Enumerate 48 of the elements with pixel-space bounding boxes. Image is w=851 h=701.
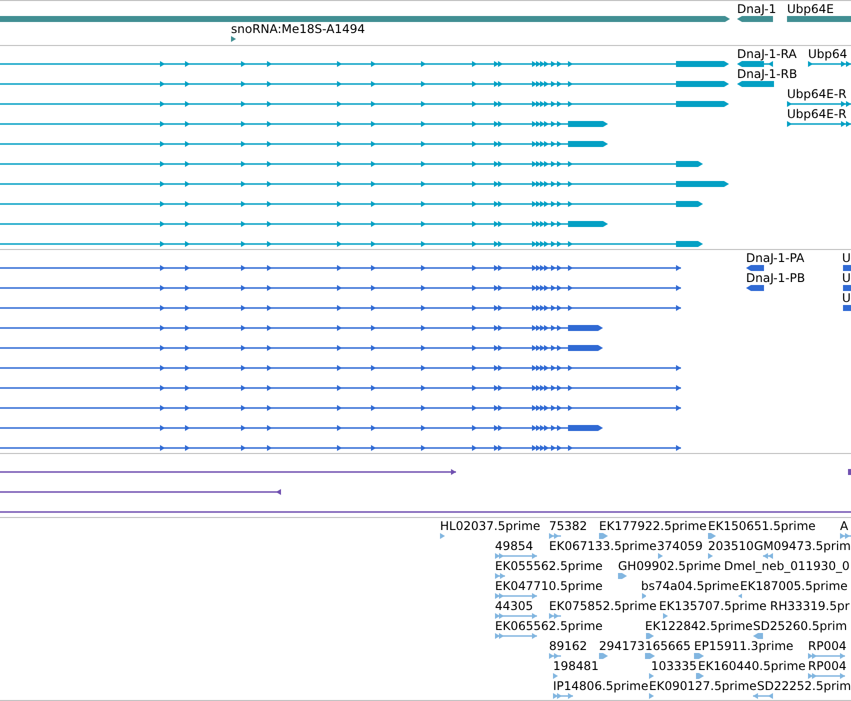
feature-label: DnaJ-1-PB <box>746 271 806 285</box>
feature-label: 165665 <box>645 639 691 653</box>
feature-label: EK177922.5prime <box>599 519 707 533</box>
feature-label: EK065562.5prime <box>495 619 603 633</box>
feature-label: Ubp64E <box>787 2 834 16</box>
feature-label: EP15911.3prime <box>694 639 794 653</box>
feature-label: DnaJ-1-RA <box>737 47 797 61</box>
feature-label: DnaJ-1-PA <box>746 251 804 265</box>
feature-label: EK075852.5prime <box>549 599 657 613</box>
feature-label: U <box>842 291 851 305</box>
feature-label: EK067133.5prime <box>549 539 657 553</box>
feature-label: snoRNA:Me18S-A1494 <box>231 22 365 36</box>
feature-label: EK150651.5prime <box>708 519 816 533</box>
feature-label: 44305 <box>495 599 534 613</box>
feature-label: Ubp64E-R <box>787 87 847 101</box>
feature-label: 103335 <box>651 659 697 673</box>
feature-label: EK090127.5prime <box>649 679 757 693</box>
feature-label: Ubp64E-R <box>787 107 847 121</box>
feature-label: Dmel_neb_011930_0 <box>724 559 850 573</box>
feature-label: U <box>842 251 851 265</box>
feature-label: HL02037.5prime <box>440 519 540 533</box>
feature-label: U <box>842 271 851 285</box>
feature-label: 75382 <box>549 519 588 533</box>
feature-label: 374059 <box>657 539 703 553</box>
feature-label: RH33319.5pr <box>770 599 850 613</box>
feature-label: RP004 <box>808 659 846 673</box>
feature-label: SD22252.5prim <box>757 679 851 693</box>
feature-label: DnaJ-1 <box>737 2 776 16</box>
feature-label: 49854 <box>495 539 534 553</box>
feature-label: 89162 <box>549 639 588 653</box>
feature-label: EK135707.5prime <box>659 599 767 613</box>
feature-label: 198481 <box>553 659 599 673</box>
feature-label: RP004 <box>808 639 846 653</box>
feature-label: GM09473.5prim <box>754 539 851 553</box>
feature-label: IP14806.5prime <box>553 679 648 693</box>
feature-label: GH09902.5prime <box>618 559 721 573</box>
feature-label: EK047710.5prime <box>495 579 603 593</box>
feature-label: bs74a04.5prime <box>641 579 740 593</box>
feature-label: 294173 <box>599 639 645 653</box>
feature-label: 203510 <box>708 539 754 553</box>
feature-label: SD25260.5prim <box>753 619 848 633</box>
feature-label: EK187005.5prime <box>740 579 848 593</box>
feature-label: EK122842.5prime <box>645 619 753 633</box>
feature-label: Ubp64 <box>808 47 848 61</box>
feature-label: A <box>840 519 848 533</box>
feature-label: EK055562.5prime <box>495 559 603 573</box>
feature-label: DnaJ-1-RB <box>737 67 798 81</box>
feature-label: EK160440.5prime <box>698 659 806 673</box>
